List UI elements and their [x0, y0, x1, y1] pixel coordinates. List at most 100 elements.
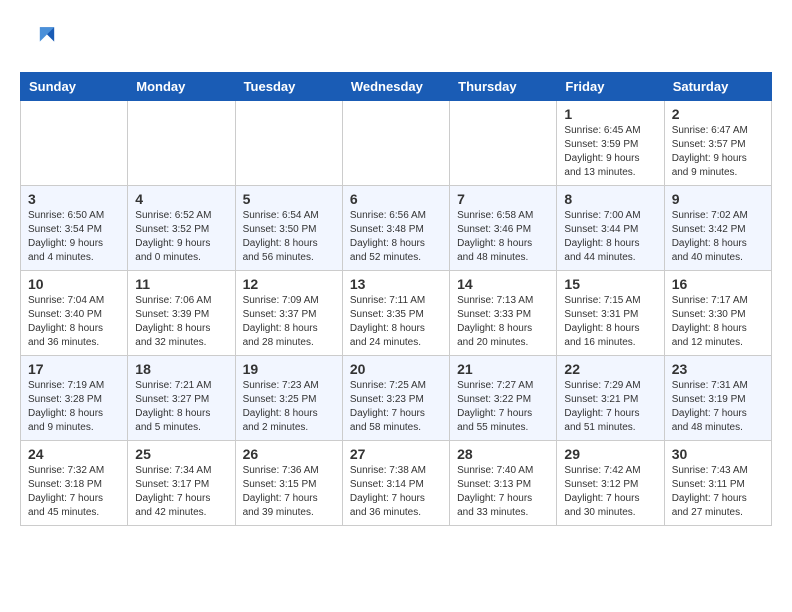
day-number: 24	[28, 446, 120, 462]
calendar-cell: 21 Sunrise: 7:27 AM Sunset: 3:22 PM Dayli…	[450, 356, 557, 441]
calendar-cell: 12Sunrise: 7:09 AM Sunset: 3:37 PM Dayli…	[235, 271, 342, 356]
calendar-cell: 8 Sunrise: 7:00 AM Sunset: 3:44 PM Daylig…	[557, 186, 664, 271]
calendar-cell: 15 Sunrise: 7:15 AM Sunset: 3:31 PM Dayli…	[557, 271, 664, 356]
calendar-cell: 13Sunrise: 7:11 AM Sunset: 3:35 PM Dayli…	[342, 271, 449, 356]
day-info: Sunrise: 7:06 AM Sunset: 3:39 PM Dayligh…	[135, 294, 227, 350]
page: SundayMondayTuesdayWednesdayThursdayFrid…	[0, 0, 792, 546]
calendar-cell: 14Sunrise: 7:13 AM Sunset: 3:33 PM Dayli…	[450, 271, 557, 356]
calendar-cell: 4Sunrise: 6:52 AM Sunset: 3:52 PM Daylig…	[128, 186, 235, 271]
day-number: 3	[28, 191, 120, 207]
day-info: Sunrise: 7:38 AM Sunset: 3:14 PM Dayligh…	[350, 464, 442, 520]
calendar-week-row: 17Sunrise: 7:19 AM Sunset: 3:28 PM Dayli…	[21, 356, 772, 441]
day-number: 7	[457, 191, 549, 207]
day-number: 5	[243, 191, 335, 207]
logo-icon	[20, 20, 56, 56]
day-info: Sunrise: 7:36 AM Sunset: 3:15 PM Dayligh…	[243, 464, 335, 520]
day-info: Sunrise: 6:50 AM Sunset: 3:54 PM Dayligh…	[28, 209, 120, 265]
day-info: Sunrise: 7:27 AM Sunset: 3:22 PM Dayligh…	[457, 379, 549, 435]
day-number: 14	[457, 276, 549, 292]
calendar-cell: 7 Sunrise: 6:58 AM Sunset: 3:46 PM Daylig…	[450, 186, 557, 271]
calendar-cell	[128, 101, 235, 186]
day-info: Sunrise: 7:42 AM Sunset: 3:12 PM Dayligh…	[564, 464, 656, 520]
day-number: 21	[457, 361, 549, 377]
weekday-header: Sunday	[21, 73, 128, 101]
calendar-cell: 1 Sunrise: 6:45 AM Sunset: 3:59 PM Daylig…	[557, 101, 664, 186]
calendar-cell: 30 Sunrise: 7:43 AM Sunset: 3:11 PM Dayli…	[664, 441, 771, 526]
day-number: 2	[672, 106, 764, 122]
calendar-cell: 29 Sunrise: 7:42 AM Sunset: 3:12 PM Dayli…	[557, 441, 664, 526]
calendar-cell: 6Sunrise: 6:56 AM Sunset: 3:48 PM Daylig…	[342, 186, 449, 271]
day-number: 8	[564, 191, 656, 207]
day-info: Sunrise: 7:31 AM Sunset: 3:19 PM Dayligh…	[672, 379, 764, 435]
calendar-cell	[235, 101, 342, 186]
day-number: 4	[135, 191, 227, 207]
day-info: Sunrise: 7:02 AM Sunset: 3:42 PM Dayligh…	[672, 209, 764, 265]
calendar-cell: 2Sunrise: 6:47 AM Sunset: 3:57 PM Daylig…	[664, 101, 771, 186]
day-number: 15	[564, 276, 656, 292]
day-number: 18	[135, 361, 227, 377]
calendar-cell: 23 Sunrise: 7:31 AM Sunset: 3:19 PM Dayli…	[664, 356, 771, 441]
day-info: Sunrise: 6:58 AM Sunset: 3:46 PM Dayligh…	[457, 209, 549, 265]
day-info: Sunrise: 7:43 AM Sunset: 3:11 PM Dayligh…	[672, 464, 764, 520]
weekday-header: Monday	[128, 73, 235, 101]
calendar-week-row: 24 Sunrise: 7:32 AM Sunset: 3:18 PM Dayli…	[21, 441, 772, 526]
day-info: Sunrise: 7:19 AM Sunset: 3:28 PM Dayligh…	[28, 379, 120, 435]
calendar-cell: 16Sunrise: 7:17 AM Sunset: 3:30 PM Dayli…	[664, 271, 771, 356]
day-number: 22	[564, 361, 656, 377]
calendar-cell	[342, 101, 449, 186]
calendar-cell	[21, 101, 128, 186]
header	[20, 20, 772, 56]
day-info: Sunrise: 7:32 AM Sunset: 3:18 PM Dayligh…	[28, 464, 120, 520]
calendar-header-row: SundayMondayTuesdayWednesdayThursdayFrid…	[21, 73, 772, 101]
day-info: Sunrise: 7:25 AM Sunset: 3:23 PM Dayligh…	[350, 379, 442, 435]
day-number: 11	[135, 276, 227, 292]
calendar-cell: 19Sunrise: 7:23 AM Sunset: 3:25 PM Dayli…	[235, 356, 342, 441]
calendar-cell: 11 Sunrise: 7:06 AM Sunset: 3:39 PM Dayli…	[128, 271, 235, 356]
day-info: Sunrise: 7:40 AM Sunset: 3:13 PM Dayligh…	[457, 464, 549, 520]
day-number: 28	[457, 446, 549, 462]
calendar-cell: 5 Sunrise: 6:54 AM Sunset: 3:50 PM Daylig…	[235, 186, 342, 271]
day-number: 30	[672, 446, 764, 462]
day-number: 27	[350, 446, 442, 462]
day-number: 13	[350, 276, 442, 292]
calendar-cell: 18 Sunrise: 7:21 AM Sunset: 3:27 PM Dayli…	[128, 356, 235, 441]
day-number: 25	[135, 446, 227, 462]
calendar-week-row: 3 Sunrise: 6:50 AM Sunset: 3:54 PM Daylig…	[21, 186, 772, 271]
day-info: Sunrise: 6:56 AM Sunset: 3:48 PM Dayligh…	[350, 209, 442, 265]
logo	[20, 20, 60, 56]
day-info: Sunrise: 7:29 AM Sunset: 3:21 PM Dayligh…	[564, 379, 656, 435]
day-info: Sunrise: 7:00 AM Sunset: 3:44 PM Dayligh…	[564, 209, 656, 265]
day-number: 19	[243, 361, 335, 377]
day-number: 29	[564, 446, 656, 462]
weekday-header: Thursday	[450, 73, 557, 101]
day-number: 23	[672, 361, 764, 377]
calendar-cell: 22 Sunrise: 7:29 AM Sunset: 3:21 PM Dayli…	[557, 356, 664, 441]
calendar-cell: 3 Sunrise: 6:50 AM Sunset: 3:54 PM Daylig…	[21, 186, 128, 271]
calendar: SundayMondayTuesdayWednesdayThursdayFrid…	[20, 72, 772, 526]
day-info: Sunrise: 7:17 AM Sunset: 3:30 PM Dayligh…	[672, 294, 764, 350]
day-number: 9	[672, 191, 764, 207]
calendar-cell: 25Sunrise: 7:34 AM Sunset: 3:17 PM Dayli…	[128, 441, 235, 526]
calendar-cell: 28 Sunrise: 7:40 AM Sunset: 3:13 PM Dayli…	[450, 441, 557, 526]
weekday-header: Wednesday	[342, 73, 449, 101]
day-info: Sunrise: 7:21 AM Sunset: 3:27 PM Dayligh…	[135, 379, 227, 435]
day-info: Sunrise: 7:04 AM Sunset: 3:40 PM Dayligh…	[28, 294, 120, 350]
day-number: 10	[28, 276, 120, 292]
calendar-cell: 27 Sunrise: 7:38 AM Sunset: 3:14 PM Dayli…	[342, 441, 449, 526]
day-number: 20	[350, 361, 442, 377]
day-number: 12	[243, 276, 335, 292]
weekday-header: Saturday	[664, 73, 771, 101]
day-number: 1	[564, 106, 656, 122]
day-info: Sunrise: 6:45 AM Sunset: 3:59 PM Dayligh…	[564, 124, 656, 180]
calendar-cell: 9 Sunrise: 7:02 AM Sunset: 3:42 PM Daylig…	[664, 186, 771, 271]
calendar-cell	[450, 101, 557, 186]
calendar-week-row: 1 Sunrise: 6:45 AM Sunset: 3:59 PM Daylig…	[21, 101, 772, 186]
calendar-cell: 20 Sunrise: 7:25 AM Sunset: 3:23 PM Dayli…	[342, 356, 449, 441]
weekday-header: Friday	[557, 73, 664, 101]
day-info: Sunrise: 7:15 AM Sunset: 3:31 PM Dayligh…	[564, 294, 656, 350]
weekday-header: Tuesday	[235, 73, 342, 101]
calendar-cell: 24 Sunrise: 7:32 AM Sunset: 3:18 PM Dayli…	[21, 441, 128, 526]
day-number: 26	[243, 446, 335, 462]
day-info: Sunrise: 6:54 AM Sunset: 3:50 PM Dayligh…	[243, 209, 335, 265]
calendar-week-row: 10 Sunrise: 7:04 AM Sunset: 3:40 PM Dayli…	[21, 271, 772, 356]
